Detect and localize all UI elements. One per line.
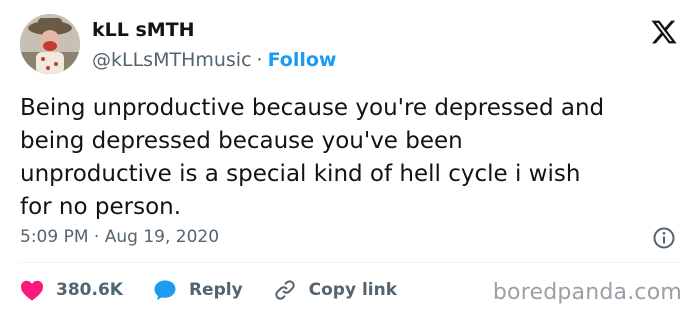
follow-button[interactable]: Follow (268, 49, 337, 71)
x-logo-icon[interactable] (650, 18, 678, 46)
like-count: 380.6K (56, 280, 123, 300)
handle-separator: · (256, 49, 263, 71)
avatar[interactable] (20, 14, 80, 74)
info-icon[interactable] (652, 226, 676, 250)
divider (20, 262, 680, 263)
handle-row: @kLLsMTHmusic · Follow (92, 48, 337, 72)
reply-label: Reply (188, 280, 243, 300)
tweet-date: Aug 19, 2020 (104, 227, 220, 247)
tweet-time: 5:09 PM (20, 227, 89, 247)
link-icon (274, 280, 295, 300)
tweet-text: Being unproductive because you're depres… (20, 95, 605, 220)
watermark: boredpanda.com (492, 280, 682, 305)
handle[interactable]: @kLLsMTHmusic (92, 49, 252, 71)
copy-link-button[interactable]: Copy link (273, 278, 397, 302)
reply-button[interactable]: Reply (153, 279, 243, 301)
copy-link-label: Copy link (308, 280, 398, 300)
action-bar: 380.6K Reply Copy link (20, 276, 427, 304)
heart-icon (21, 280, 43, 301)
like-button[interactable]: 380.6K (20, 279, 123, 301)
tweet-card: kLL sMTH @kLLsMTHmusic · Follow Being unpr… (0, 0, 700, 318)
date-separator: · (93, 227, 100, 247)
timestamp[interactable]: 5:09 PM · Aug 19, 2020 (20, 227, 219, 247)
display-name[interactable]: kLL sMTH (92, 18, 337, 42)
author-block: kLL sMTH @kLLsMTHmusic · Follow (92, 18, 337, 72)
reply-bubble-icon (154, 280, 176, 300)
